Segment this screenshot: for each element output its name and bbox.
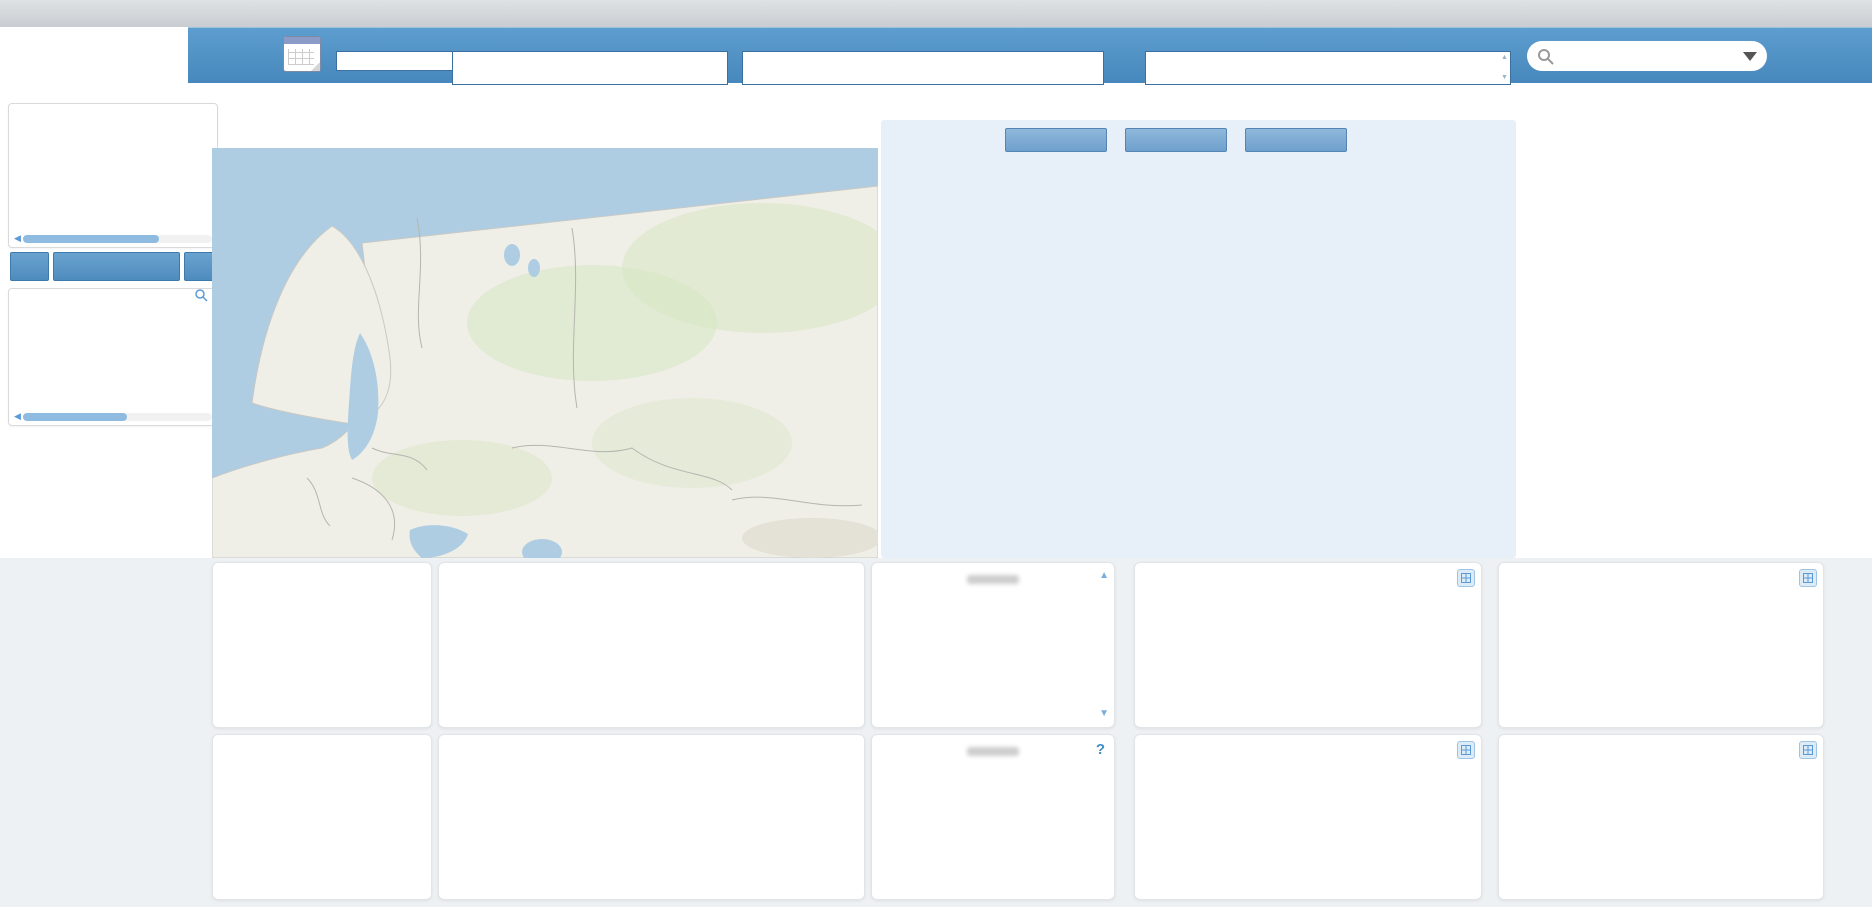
clear-selection-button[interactable]: [53, 252, 180, 281]
blurred-subtitle: [967, 747, 1019, 756]
card-top-filials: [1134, 562, 1482, 728]
h-scrollbar-thumb[interactable]: [23, 235, 159, 243]
card-world-index-gauge: [212, 734, 432, 900]
search-box: [1527, 41, 1767, 71]
expand-icon[interactable]: [1799, 569, 1817, 587]
card-title: [872, 735, 1114, 744]
card-danger-dynamics: [438, 562, 865, 728]
card-title: [439, 735, 864, 745]
scroll-left-icon[interactable]: ◀: [14, 234, 21, 243]
h-scrollbar-thumb[interactable]: [23, 413, 127, 421]
inview-logo: [55, 27, 205, 85]
card-title: [1499, 735, 1823, 744]
tab-bar: [0, 0, 1872, 27]
card-title: [213, 735, 431, 744]
card-title: [872, 563, 1114, 572]
card-world-danger-gauge: [212, 562, 432, 728]
card-title: [213, 563, 431, 572]
card-customer-danger-gauge: ▲ ▼: [871, 562, 1115, 728]
card-title: [1135, 563, 1481, 573]
filial-search-icon[interactable]: [195, 289, 208, 302]
logo-area: [0, 27, 188, 82]
filial-panel: ◀: [8, 288, 218, 426]
card-customer-index-gauge: ?: [871, 734, 1115, 900]
h-scrollbar[interactable]: [23, 235, 212, 243]
card-title: [439, 563, 864, 573]
search-dropdown-icon[interactable]: [1743, 52, 1757, 61]
current-selections-panel: ◀: [8, 103, 218, 248]
scroll-up-icon[interactable]: ▲: [1099, 571, 1109, 581]
expand-icon[interactable]: [1457, 569, 1475, 587]
search-icon: [1537, 48, 1554, 65]
current-selections-title: [9, 104, 217, 112]
blurred-subtitle: [967, 575, 1019, 584]
help-icon[interactable]: ?: [1096, 741, 1105, 758]
card-top-systems: [1134, 734, 1482, 900]
card-index-dynamics: [438, 734, 865, 900]
h-scrollbar[interactable]: [23, 413, 212, 421]
card-top-employees: [1498, 562, 1824, 728]
filial-title: [9, 292, 27, 300]
vuln-analysis-column: [1528, 120, 1840, 558]
calendar-icon: [283, 36, 321, 72]
filter-bar: ▲▼: [188, 27, 1872, 83]
search-input[interactable]: [1560, 48, 1737, 64]
card-title: [1499, 563, 1823, 572]
kpi-panel: [881, 120, 1516, 558]
scroll-down-icon[interactable]: ▼: [1099, 709, 1109, 719]
day-scroll-up-icon[interactable]: ▲: [1500, 54, 1509, 62]
card-top-departments: [1498, 734, 1824, 900]
card-title: [1135, 735, 1481, 745]
incident-map: [212, 148, 878, 558]
day-scroll-down-icon[interactable]: ▼: [1500, 74, 1509, 82]
step-back-button[interactable]: [10, 252, 49, 281]
expand-icon[interactable]: [1457, 741, 1475, 759]
expand-icon[interactable]: [1799, 741, 1817, 759]
scroll-left-icon[interactable]: ◀: [14, 412, 21, 421]
